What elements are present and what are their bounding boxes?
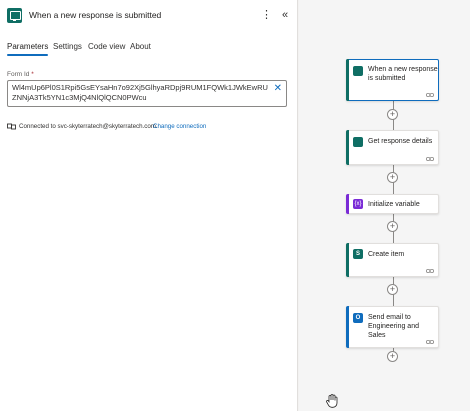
tab-parameters[interactable]: Parameters — [7, 42, 49, 58]
variable-icon: {x} — [353, 199, 363, 209]
panel-header: When a new response is submitted ⋮ « — [0, 0, 298, 34]
form-id-value[interactable]: Wl4mUp6Pl0S1Rpi5GsEYsaHn7o92Xj5GlhyaRDpj… — [12, 83, 272, 103]
flow-canvas[interactable]: When a new response is submitted + Get r… — [299, 0, 470, 411]
tab-settings[interactable]: Settings — [53, 42, 82, 58]
forms-icon — [353, 66, 363, 76]
node-color-bar — [346, 130, 349, 165]
add-step-button[interactable]: + — [387, 221, 398, 232]
node-label: When a new response is submitted — [368, 66, 438, 82]
flow-node-get-response[interactable]: Get response details — [346, 130, 439, 165]
node-label: Get response details — [368, 138, 433, 145]
connection-text: Connected to svc-skyterratech@skyterrate… — [19, 123, 158, 130]
sharepoint-icon: S — [353, 249, 363, 259]
link-icon — [426, 269, 434, 273]
add-step-button[interactable]: + — [387, 284, 398, 295]
node-color-bar — [346, 194, 349, 214]
form-id-field[interactable]: Wl4mUp6Pl0S1Rpi5GsEYsaHn7o92Xj5GlhyaRDpj… — [7, 80, 287, 107]
form-id-label: Form Id * — [7, 71, 34, 78]
node-color-bar — [346, 243, 349, 277]
forms-icon — [353, 137, 363, 147]
change-connection-link[interactable]: Change connection — [153, 123, 206, 130]
node-color-bar — [346, 306, 349, 348]
node-label: Initialize variable — [368, 201, 420, 208]
node-label: Create item — [368, 251, 405, 258]
tab-code-view[interactable]: Code view — [88, 42, 125, 58]
flow-node-create-item[interactable]: S Create item — [346, 243, 439, 277]
add-step-button[interactable]: + — [387, 172, 398, 183]
outlook-icon: O — [353, 313, 363, 323]
link-icon — [426, 340, 434, 344]
form-id-label-text: Form Id — [7, 71, 30, 78]
more-options-icon[interactable]: ⋮ — [261, 7, 272, 23]
panel-title: When a new response is submitted — [29, 10, 162, 20]
panel-tabs: Parameters Settings Code view About — [0, 42, 298, 58]
forms-icon — [7, 8, 22, 23]
add-step-button[interactable]: + — [387, 351, 398, 362]
tab-about[interactable]: About — [130, 42, 151, 58]
clear-icon[interactable]: ✕ — [274, 84, 282, 94]
link-icon — [426, 157, 434, 161]
node-color-bar — [346, 59, 349, 101]
required-marker: * — [31, 71, 34, 78]
flow-node-trigger[interactable]: When a new response is submitted — [346, 59, 439, 101]
action-details-panel: When a new response is submitted ⋮ « Par… — [0, 0, 298, 411]
link-icon — [426, 93, 434, 97]
flow-node-send-email[interactable]: O Send email to Engineering and Sales — [346, 306, 439, 348]
add-step-button[interactable]: + — [387, 109, 398, 120]
collapse-panel-icon[interactable]: « — [279, 7, 291, 23]
node-label: Send email to Engineering and Sales — [368, 314, 419, 339]
flow-node-initialize-variable[interactable]: {x} Initialize variable — [346, 194, 439, 214]
hand-cursor-icon — [326, 394, 338, 408]
connection-icon — [7, 123, 16, 130]
